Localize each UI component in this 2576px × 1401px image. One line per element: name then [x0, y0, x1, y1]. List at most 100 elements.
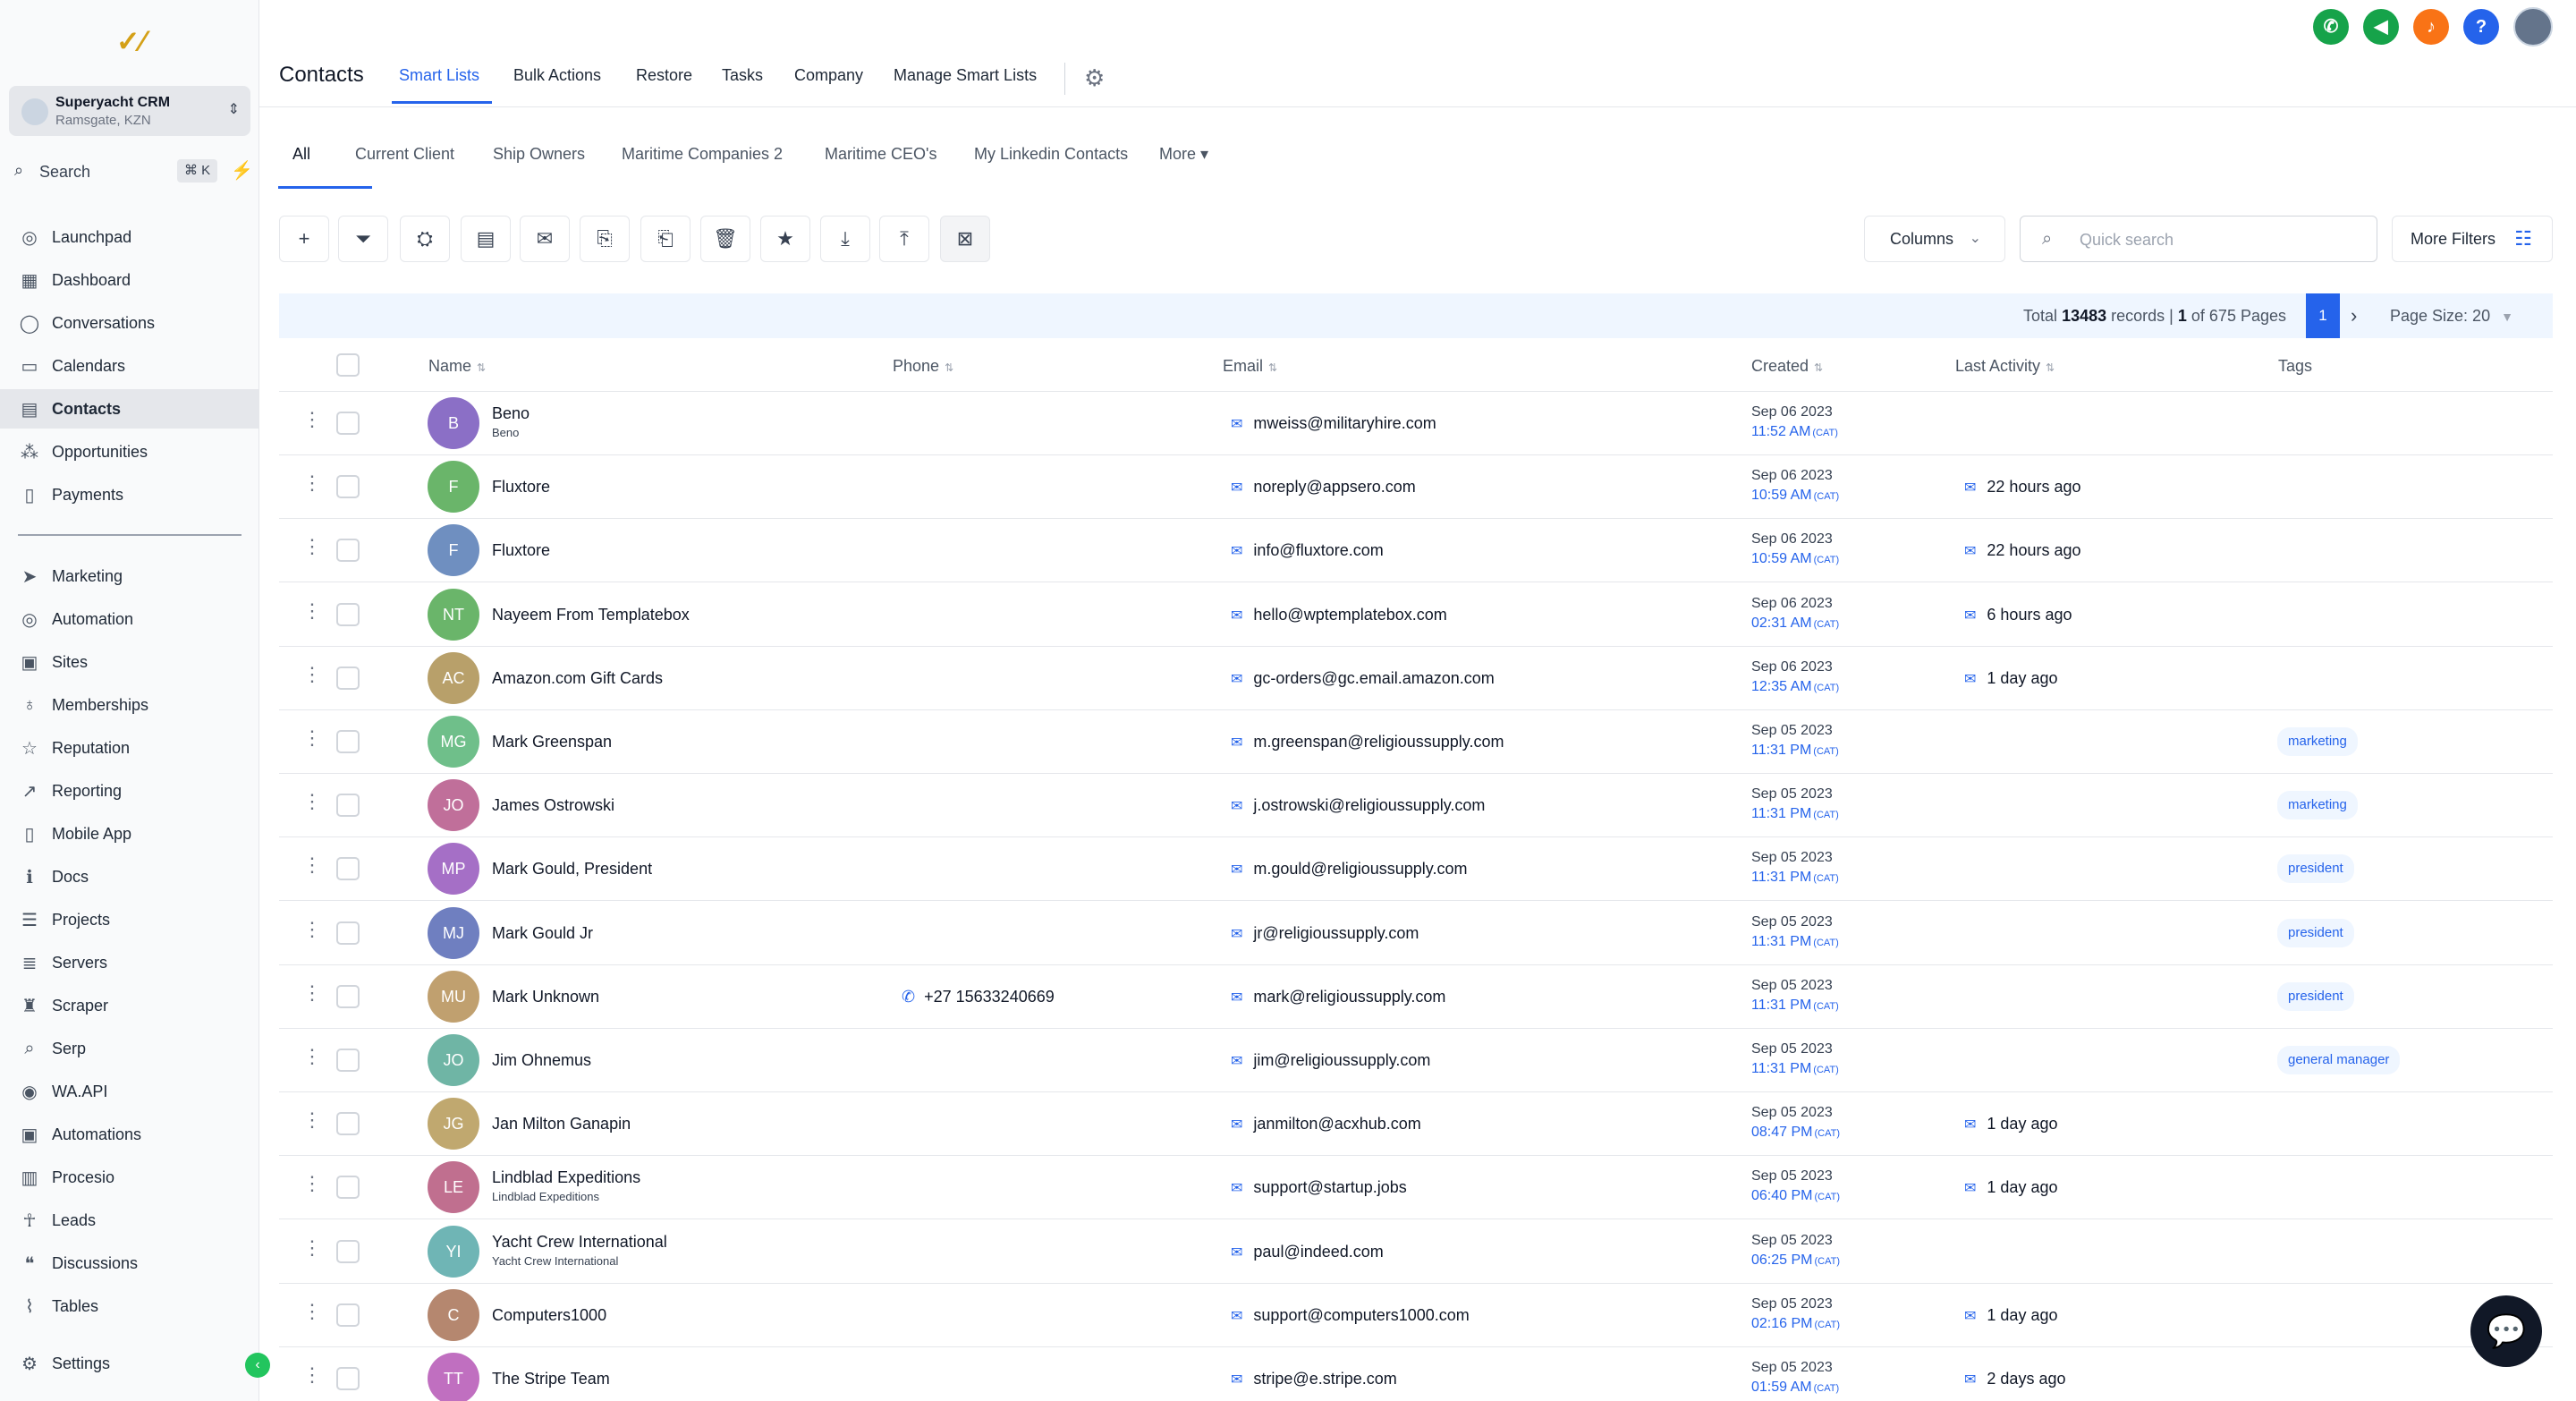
tab-manage-smart-lists[interactable]: Manage Smart Lists	[894, 66, 1037, 85]
tag-badge[interactable]: general manager	[2277, 1046, 2401, 1074]
table-row[interactable]: ⋮ AC Amazon.com Gift Cards ✉ gc-orders@gc.em…	[279, 647, 2553, 710]
contact-name[interactable]: Computers1000	[492, 1306, 606, 1325]
contact-email[interactable]: ✉ jim@religioussupply.com	[1231, 1051, 1430, 1070]
contact-name[interactable]: Mark Greenspan	[492, 733, 612, 751]
sidebar-item-automations[interactable]: ▣ Automations	[0, 1115, 259, 1154]
quick-search[interactable]: ⌕	[2020, 216, 2377, 262]
row-checkbox[interactable]	[336, 794, 360, 818]
row-menu-icon[interactable]: ⋮	[302, 1047, 322, 1066]
table-row[interactable]: ⋮ JG Jan Milton Ganapin ✉ janmilton@acxhub.c…	[279, 1092, 2553, 1157]
table-row[interactable]: ⋮ LE Lindblad Expeditions Lindblad Expediti…	[279, 1156, 2553, 1220]
table-row[interactable]: ⋮ MG Mark Greenspan ✉ m.greenspan@religiouss…	[279, 710, 2553, 774]
delete-button[interactable]: 🗑	[700, 216, 750, 262]
row-menu-icon[interactable]: ⋮	[302, 728, 322, 748]
row-menu-icon[interactable]: ⋮	[302, 919, 322, 939]
user-avatar[interactable]	[2513, 7, 2553, 47]
robot-button[interactable]: ⛭	[400, 216, 450, 262]
row-checkbox[interactable]	[336, 666, 360, 690]
row-checkbox[interactable]	[336, 1049, 360, 1072]
row-menu-icon[interactable]: ⋮	[302, 792, 322, 811]
contact-email[interactable]: ✉ mark@religioussupply.com	[1231, 988, 1445, 1006]
table-row[interactable]: ⋮ F Fluxtore ✉ info@fluxtore.com Sep 06 2023 1…	[279, 519, 2553, 583]
column-header-created[interactable]: Created ⇅	[1751, 357, 1823, 376]
list-tab-my-linkedin-contacts[interactable]: My Linkedin Contacts	[974, 145, 1128, 164]
contact-email[interactable]: ✉ gc-orders@gc.email.amazon.com	[1231, 669, 1495, 688]
contact-email[interactable]: ✉ support@computers1000.com	[1231, 1306, 1470, 1325]
table-row[interactable]: ⋮ MJ Mark Gould Jr ✉ jr@religioussupply.com S…	[279, 902, 2553, 965]
sidebar-item-settings[interactable]: ⚙ Settings	[0, 1344, 259, 1383]
sidebar-item-dashboard[interactable]: ▦ Dashboard	[0, 260, 259, 300]
contact-name[interactable]: Beno	[492, 404, 530, 423]
sidebar-item-conversations[interactable]: ◯ Conversations	[0, 303, 259, 343]
table-row[interactable]: ⋮ JO James Ostrowski ✉ j.ostrowski@religious…	[279, 774, 2553, 838]
column-header-name[interactable]: Name ⇅	[428, 357, 486, 376]
sidebar-item-procesio[interactable]: ▥ Procesio	[0, 1158, 259, 1197]
sidebar-item-memberships[interactable]: ♁ Memberships	[0, 685, 259, 725]
tab-company[interactable]: Company	[794, 66, 863, 85]
row-menu-icon[interactable]: ⋮	[302, 537, 322, 556]
row-checkbox[interactable]	[336, 984, 360, 1008]
table-row[interactable]: ⋮ F Fluxtore ✉ noreply@appsero.com Sep 06 202…	[279, 455, 2553, 520]
row-checkbox[interactable]	[336, 1239, 360, 1263]
gear-icon[interactable]: ⚙	[1084, 64, 1105, 92]
tag-badge[interactable]: marketing	[2277, 727, 2358, 756]
column-header-phone[interactable]: Phone ⇅	[893, 357, 953, 376]
contact-email[interactable]: ✉ info@fluxtore.com	[1231, 541, 1384, 560]
list-tab-all[interactable]: All	[292, 145, 310, 164]
sidebar-item-contacts[interactable]: ▤ Contacts	[0, 389, 259, 429]
row-menu-icon[interactable]: ⋮	[302, 473, 322, 493]
contact-name[interactable]: Mark Unknown	[492, 988, 599, 1006]
tag-badge[interactable]: president	[2277, 854, 2354, 884]
sidebar-item-projects[interactable]: ☰ Projects	[0, 900, 259, 939]
sidebar-item-reputation[interactable]: ☆ Reputation	[0, 728, 259, 768]
contact-name[interactable]: Jan Milton Ganapin	[492, 1115, 631, 1134]
row-checkbox[interactable]	[336, 1112, 360, 1136]
contact-email[interactable]: ✉ m.gould@religioussupply.com	[1231, 860, 1467, 879]
tab-bulk-actions[interactable]: Bulk Actions	[513, 66, 601, 85]
contact-email[interactable]: ✉ mweiss@militaryhire.com	[1231, 414, 1436, 433]
row-menu-icon[interactable]: ⋮	[302, 600, 322, 621]
row-checkbox[interactable]	[336, 857, 360, 881]
table-row[interactable]: ⋮ B Beno Beno ✉ mweiss@militaryhire.com Sep 06…	[279, 392, 2553, 455]
table-row[interactable]: ⋮ NT Nayeem From Templatebox ✉ hello@wptempl…	[279, 583, 2553, 647]
table-row[interactable]: ⋮ YI Yacht Crew International Yacht Crew In…	[279, 1220, 2553, 1284]
tab-smart-lists[interactable]: Smart Lists	[399, 66, 479, 85]
row-checkbox[interactable]	[336, 412, 360, 435]
megaphone-icon[interactable]: ◀	[2363, 9, 2399, 45]
sidebar-item-servers[interactable]: ≣ Servers	[0, 943, 259, 982]
tag-remove-button[interactable]: ⎗	[640, 216, 691, 262]
contact-name[interactable]: Amazon.com Gift Cards	[492, 669, 663, 688]
app-logo[interactable]: ✓⁄	[114, 25, 147, 57]
contact-email[interactable]: ✉ stripe@e.stripe.com	[1231, 1370, 1397, 1388]
sidebar-item-payments[interactable]: ▯ Payments	[0, 475, 259, 514]
row-checkbox[interactable]	[336, 539, 360, 563]
contact-email[interactable]: ✉ m.greenspan@religioussupply.com	[1231, 733, 1504, 751]
add-button[interactable]: +	[279, 216, 329, 262]
sidebar-item-reporting[interactable]: ↗ Reporting	[0, 771, 259, 811]
contact-phone[interactable]: ✆ +27 15633240669	[902, 988, 1055, 1006]
contact-name[interactable]: Mark Gould, President	[492, 860, 652, 879]
sidebar-item-tables[interactable]: ⌇ Tables	[0, 1286, 259, 1326]
sidebar-item-launchpad[interactable]: ◎ Launchpad	[0, 217, 259, 257]
row-menu-icon[interactable]: ⋮	[302, 1110, 322, 1130]
sidebar-item-automation[interactable]: ◎ Automation	[0, 599, 259, 639]
contact-email[interactable]: ✉ paul@indeed.com	[1231, 1243, 1384, 1261]
contact-email[interactable]: ✉ hello@wptemplatebox.com	[1231, 606, 1447, 624]
row-checkbox[interactable]	[336, 1367, 360, 1390]
contact-name[interactable]: Yacht Crew International	[492, 1233, 667, 1252]
bolt-icon[interactable]: ⚡	[231, 159, 253, 182]
more-filters-button[interactable]: More Filters ☷	[2392, 216, 2553, 262]
contact-email[interactable]: ✉ jr@religioussupply.com	[1231, 924, 1419, 943]
contact-name[interactable]: Nayeem From Templatebox	[492, 606, 690, 624]
table-row[interactable]: ⋮ MP Mark Gould, President ✉ m.gould@religio…	[279, 837, 2553, 902]
tag-badge[interactable]: marketing	[2277, 791, 2358, 820]
contact-email[interactable]: ✉ noreply@appsero.com	[1231, 478, 1416, 497]
row-checkbox[interactable]	[336, 1303, 360, 1327]
row-checkbox[interactable]	[336, 602, 360, 626]
sidebar-item-sites[interactable]: ▣ Sites	[0, 642, 259, 682]
row-checkbox[interactable]	[336, 921, 360, 945]
star-button[interactable]: ★	[760, 216, 810, 262]
column-header-last-activity[interactable]: Last Activity ⇅	[1955, 357, 2055, 376]
sidebar-item-scraper[interactable]: ♜ Scraper	[0, 986, 259, 1025]
sidebar-item-discussions[interactable]: ❝ Discussions	[0, 1244, 259, 1283]
